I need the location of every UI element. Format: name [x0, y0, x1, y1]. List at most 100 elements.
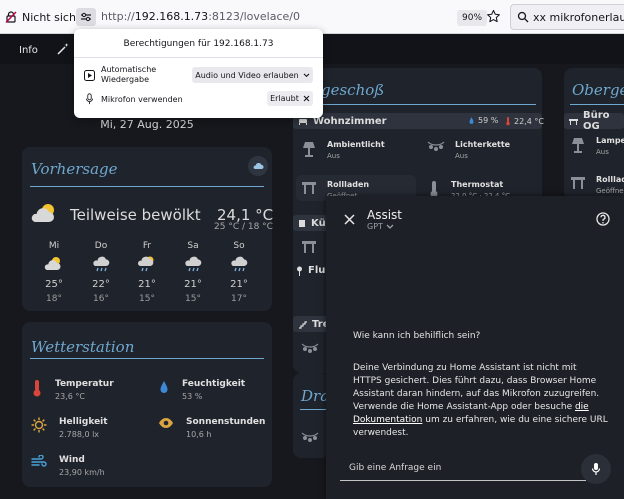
water-drop-icon	[468, 116, 475, 125]
url-prefix: http://	[101, 10, 135, 23]
forecast-day: Fr 21° 15°	[132, 241, 162, 304]
microphone-icon	[591, 462, 601, 476]
permissions-title: Berechtigungen für 192.168.1.73	[123, 39, 274, 49]
ground-floor-title: geschoß	[321, 81, 385, 99]
forecast-high: 22°	[92, 279, 110, 290]
close-icon[interactable]	[303, 95, 310, 102]
microphone-permission-label: Mikrofon verwenden	[101, 94, 183, 104]
sensor-value: 2.788,0 lx	[59, 430, 100, 439]
title-underline	[300, 104, 536, 105]
close-icon[interactable]	[344, 214, 355, 225]
sensor-humidity[interactable]: Feuchtigkeit 53 %	[158, 379, 245, 401]
assist-dialog: Assist GPT Wie kann ich behilflich sein?…	[326, 196, 624, 499]
bookmark-star-icon[interactable]	[486, 9, 501, 24]
chevron-down-icon	[386, 224, 394, 230]
string-lights-icon	[301, 431, 319, 445]
divider	[74, 57, 323, 58]
permissions-button[interactable]	[76, 8, 96, 26]
site-permissions-popup: Berechtigungen für 192.168.1.73 Automati…	[74, 29, 323, 118]
assist-pipeline-selector[interactable]: GPT	[367, 222, 394, 231]
sensor-value: 10,6 h	[186, 430, 212, 439]
title-underline	[300, 409, 326, 410]
site-security-indicator[interactable]: Nicht sicher	[4, 7, 87, 27]
forecast-high: 25°	[45, 279, 63, 290]
autoplay-select[interactable]: Audio und Video erlauben	[192, 67, 313, 83]
forecast-high: 21°	[230, 279, 248, 290]
sensor-temperature[interactable]: Temperatur 23,6 °C	[31, 379, 114, 401]
insecure-lock-icon	[4, 10, 18, 24]
microphone-icon	[84, 93, 95, 105]
sensor-label: Feuchtigkeit	[182, 379, 246, 389]
forecast-low: 17°	[231, 294, 247, 304]
device-label: Ambientlicht	[327, 140, 385, 149]
device-rollladen-og[interactable]: Rolllad Geöffne	[570, 175, 624, 195]
sensor-label: Wind	[59, 455, 85, 465]
sensor-label: Sonnenstunden	[186, 417, 266, 427]
zoom-indicator[interactable]: 90%	[457, 10, 488, 26]
device-label: Rolllad	[596, 175, 624, 184]
room-humidity: 59 %	[468, 116, 498, 125]
window-shutter-icon	[301, 180, 317, 200]
kitchen-device-icon	[301, 239, 317, 255]
forecast-more-button[interactable]	[248, 156, 268, 176]
forecast-day: Sa 21° 15°	[178, 241, 208, 304]
forecast-day: So 21° 17°	[224, 241, 254, 304]
device-ambientlicht[interactable]: Ambientlicht Aus	[301, 140, 385, 160]
tab-info[interactable]: Info	[19, 45, 38, 56]
weather-station-title: Wetterstation	[31, 338, 135, 356]
magic-wand-icon[interactable]	[56, 42, 70, 56]
window-shutter-icon	[570, 175, 586, 195]
forecast-low: 16°	[93, 294, 109, 304]
microphone-allowed-badge[interactable]: Erlaubt	[267, 91, 313, 106]
current-weather-icon	[31, 202, 59, 226]
weather-cloud-icon	[252, 161, 264, 171]
search-box[interactable]: xx mikrofonerlaubnis fu	[510, 4, 624, 30]
url-host: 192.168.1.73	[134, 10, 209, 23]
desk-icon	[569, 117, 578, 125]
forecast-day-name: Fr	[142, 241, 152, 251]
address-bar[interactable]: http://192.168.1.73:8123/lovelace/0	[101, 10, 300, 23]
eye-icon	[158, 417, 174, 429]
rainy-icon	[91, 256, 111, 276]
current-min-max: 25 °C / 18 °C	[214, 222, 273, 232]
permissions-sliders-icon	[80, 12, 92, 22]
outdoor-card	[293, 373, 329, 458]
search-icon	[517, 11, 529, 23]
lamp-icon	[301, 140, 317, 160]
title-underline	[30, 186, 264, 187]
water-drop-icon	[158, 379, 170, 395]
device-label: Rollladen	[327, 180, 370, 189]
chevron-down-icon	[303, 72, 310, 78]
microphone-button[interactable]	[581, 454, 611, 484]
sensor-brightness[interactable]: Helligkeit 2.788,0 lx	[31, 417, 108, 439]
sensor-value: 23,90 km/h	[59, 468, 105, 477]
forecast-day-name: Mi	[48, 241, 60, 251]
partly-cloudy-rain-icon	[137, 256, 157, 276]
device-lichterkette[interactable]: Lichterkette Aus	[427, 140, 510, 160]
current-condition: Teilweise bewölkt	[70, 206, 201, 224]
sensor-value: 23,6 °C	[55, 392, 85, 401]
help-icon[interactable]	[596, 212, 610, 226]
room-name: Wohnzimmer	[313, 115, 387, 127]
url-path: :8123/lovelace/0	[208, 10, 300, 23]
thermometer-icon	[31, 379, 43, 397]
forecast-high: 21°	[138, 279, 156, 290]
upper-floor-title: Obergesc	[572, 81, 624, 99]
rainy-icon	[183, 256, 203, 276]
forecast-low: 15°	[185, 294, 201, 304]
room-temperature: 22,4 °C	[505, 116, 544, 126]
forecast-day: Do 22° 16°	[86, 241, 116, 304]
forecast-day-name: Sa	[187, 241, 199, 251]
thermometer-icon	[505, 116, 511, 126]
search-text: xx mikrofonerlaubnis fu	[533, 10, 624, 24]
device-state: Aus	[596, 148, 609, 156]
device-lampe[interactable]: Lampe Aus	[570, 136, 624, 156]
sensor-wind[interactable]: Wind 23,90 km/h	[31, 455, 105, 477]
room-header-buero-og[interactable]: Büro OG	[564, 110, 624, 132]
assist-request-input[interactable]: Gib eine Anfrage ein	[340, 453, 586, 481]
string-lights-icon	[301, 342, 319, 356]
forecast-title: Vorhersage	[31, 160, 118, 178]
sensor-sunshine[interactable]: Sonnenstunden 10,6 h	[158, 417, 265, 439]
string-lights-icon	[427, 140, 445, 160]
sun-brightness-icon	[31, 417, 47, 433]
